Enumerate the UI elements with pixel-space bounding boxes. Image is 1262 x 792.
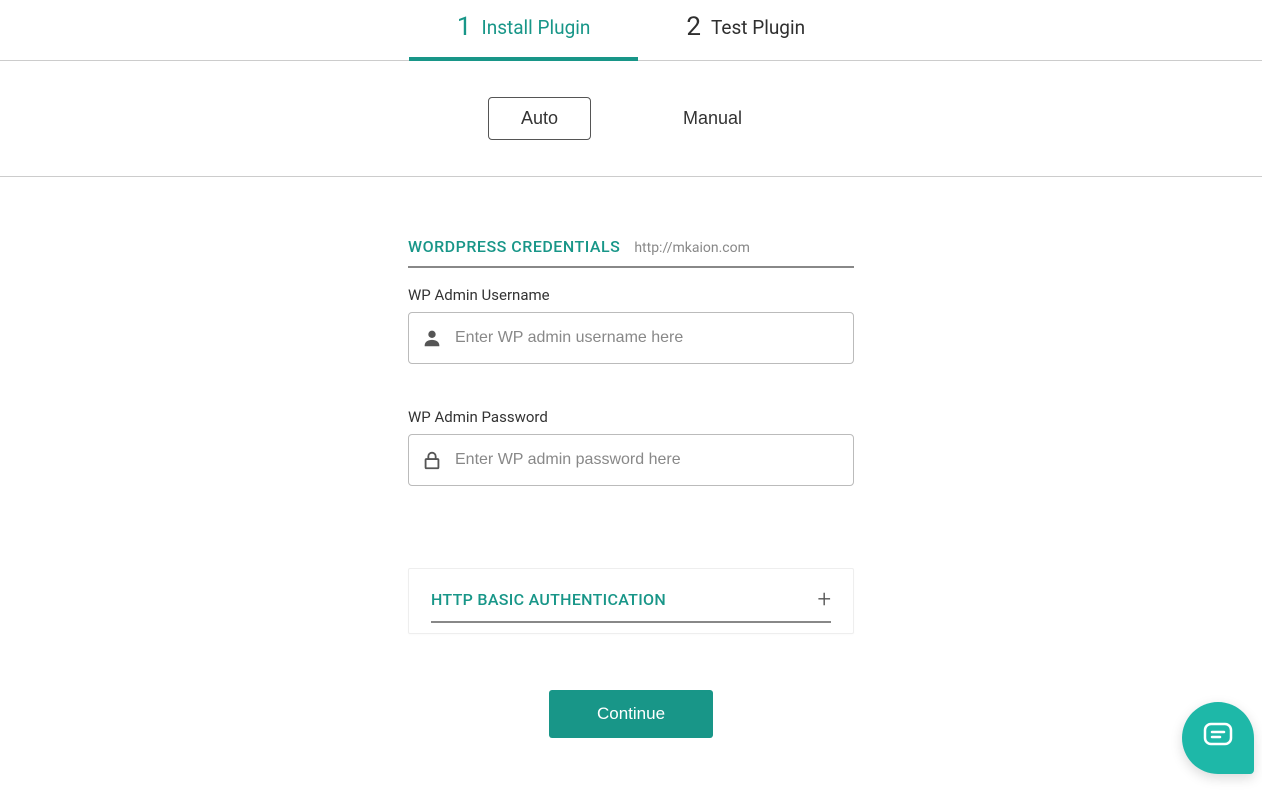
chat-icon [1203, 722, 1233, 754]
step-number-2: 2 [686, 12, 701, 42]
http-basic-auth-title: HTTP BASIC AUTHENTICATION [431, 590, 666, 609]
password-input[interactable] [455, 451, 841, 469]
credentials-title: WORDPRESS CREDENTIALS [408, 237, 620, 256]
password-input-wrapper[interactable] [408, 434, 854, 486]
lock-icon [421, 449, 443, 471]
step-label-install: Install Plugin [482, 16, 591, 39]
mode-manual-button[interactable]: Manual [651, 98, 774, 139]
password-label: WP Admin Password [408, 408, 854, 426]
step-label-test: Test Plugin [711, 16, 805, 39]
mode-auto-button[interactable]: Auto [488, 97, 591, 140]
username-input-wrapper[interactable] [408, 312, 854, 364]
chat-widget-button[interactable] [1182, 702, 1254, 774]
step-number-1: 1 [457, 12, 472, 42]
plus-icon: + [817, 587, 831, 611]
credentials-header: WORDPRESS CREDENTIALS http://mkaion.com [408, 237, 854, 268]
continue-wrap: Continue [408, 690, 854, 738]
step-test-plugin[interactable]: 2 Test Plugin [638, 0, 853, 60]
username-input[interactable] [455, 329, 841, 347]
http-basic-auth-toggle[interactable]: HTTP BASIC AUTHENTICATION + [409, 569, 853, 633]
user-icon [421, 327, 443, 349]
mode-toggle: Auto Manual [0, 61, 1262, 177]
http-basic-auth-section: HTTP BASIC AUTHENTICATION + [408, 568, 854, 634]
continue-button[interactable]: Continue [549, 690, 713, 738]
step-nav: 1 Install Plugin 2 Test Plugin [0, 0, 1262, 61]
credentials-url: http://mkaion.com [634, 240, 750, 256]
step-install-plugin[interactable]: 1 Install Plugin [409, 0, 638, 60]
form-container: WORDPRESS CREDENTIALS http://mkaion.com … [408, 237, 854, 738]
username-label: WP Admin Username [408, 286, 854, 304]
